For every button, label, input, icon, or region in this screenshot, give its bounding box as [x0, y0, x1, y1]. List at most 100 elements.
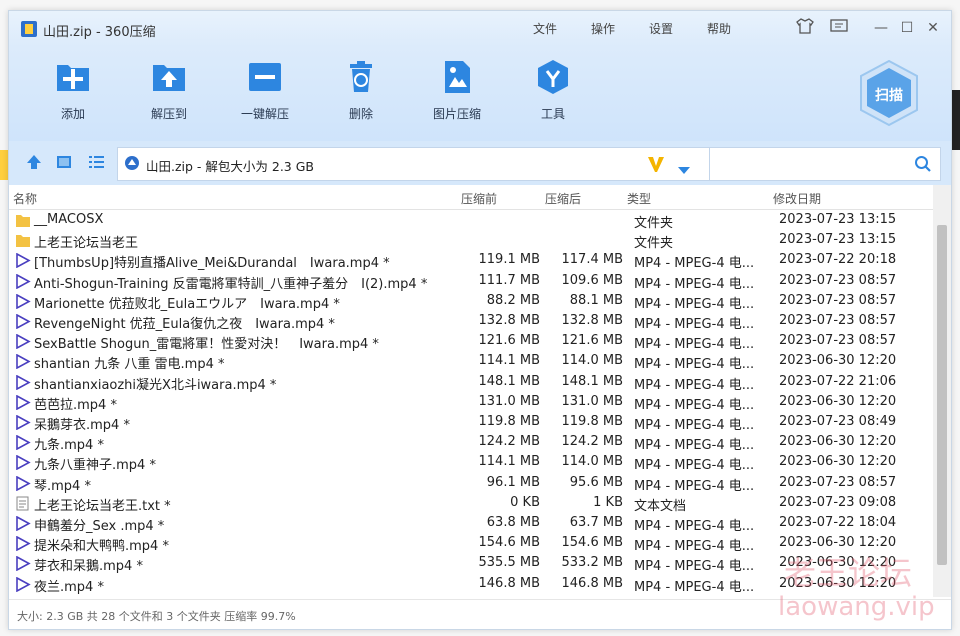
menu-file[interactable]: 文件	[533, 20, 557, 37]
file-name: shantianxiaozhi凝光X北斗iwara.mp4 *	[34, 377, 277, 393]
search-icon[interactable]	[914, 155, 932, 173]
file-date: 2023-07-23 08:57	[779, 272, 897, 288]
image-compress-button[interactable]: 图片压缩	[417, 57, 497, 137]
extract-to-icon	[149, 57, 189, 97]
column-type[interactable]: 类型	[627, 190, 651, 207]
close-button[interactable]: ✕	[923, 18, 943, 38]
file-name: __MACOSX	[34, 212, 104, 227]
background-image-left	[0, 150, 8, 180]
file-type: MP4 - MPEG-4 电...	[634, 559, 755, 575]
file-packed-size: 88.1 MB	[569, 292, 623, 308]
file-row[interactable]: 九条.mp4 * 124.2 MB 124.2 MB MP4 - MPEG-4 电..…	[9, 432, 933, 453]
scan-button[interactable]: 扫描	[857, 59, 921, 127]
menu-action[interactable]: 操作	[591, 20, 615, 37]
file-size: 154.6 MB	[478, 535, 540, 551]
file-packed-size: 154.6 MB	[561, 535, 623, 551]
file-type: MP4 - MPEG-4 电...	[634, 276, 755, 292]
file-type: MP4 - MPEG-4 电...	[634, 579, 755, 595]
scan-label: 扫描	[875, 88, 903, 104]
minimize-button[interactable]: —	[871, 18, 891, 38]
scrollbar-thumb[interactable]	[937, 225, 947, 565]
file-date: 2023-07-23 13:15	[779, 212, 897, 227]
file-date: 2023-06-30 12:20	[779, 454, 897, 470]
file-packed-size: 95.6 MB	[569, 474, 623, 490]
column-name[interactable]: 名称	[13, 190, 37, 207]
up-arrow-icon[interactable]	[25, 153, 43, 171]
file-packed-size: 121.6 MB	[561, 333, 623, 349]
file-size: 63.8 MB	[486, 515, 540, 530]
column-compressed-after[interactable]: 压缩后	[545, 190, 581, 207]
file-date: 2023-07-22 18:04	[779, 515, 897, 530]
file-name: [ThumbsUp]特别直播Alive_Mei&Durandal Iwara.m…	[34, 256, 390, 272]
file-size: 96.1 MB	[486, 474, 540, 490]
file-row[interactable]: __MACOSX 文件夹 2023-07-23 13:15	[9, 210, 933, 231]
file-row[interactable]: 申鶴羞分_Sex .mp4 * 63.8 MB 63.7 MB MP4 - MPEG-…	[9, 513, 933, 534]
file-name: 上老王论坛当老王	[34, 236, 139, 252]
video-icon	[15, 293, 31, 310]
file-row[interactable]: Marionette 优菈败北_Eulaエウルア Iwara.mp4 * 88.2…	[9, 291, 933, 312]
one-click-extract-button[interactable]: 一键解压	[225, 57, 305, 137]
file-name: shantian 九条 八重 雷电.mp4 *	[34, 357, 225, 373]
file-size: 121.6 MB	[478, 333, 540, 349]
file-date: 2023-06-30 12:20	[779, 353, 897, 369]
maximize-button[interactable]: ☐	[897, 18, 917, 38]
file-packed-size: 109.6 MB	[561, 272, 623, 288]
search-input[interactable]	[714, 152, 908, 176]
file-date: 2023-07-23 08:57	[779, 474, 897, 490]
thumbnail-view-icon[interactable]	[55, 153, 73, 171]
file-row[interactable]: 上老王论坛当老王 文件夹 2023-07-23 13:15	[9, 230, 933, 252]
file-row[interactable]: 芭芭拉.mp4 * 131.0 MB 131.0 MB MP4 - MPEG-4 电.…	[9, 392, 933, 413]
column-modified[interactable]: 修改日期	[773, 190, 821, 207]
file-packed-size: 533.2 MB	[561, 555, 623, 571]
file-packed-size: 114.0 MB	[561, 353, 623, 369]
vertical-scrollbar[interactable]	[933, 185, 951, 597]
file-type: MP4 - MPEG-4 电...	[634, 296, 755, 312]
menu-settings[interactable]: 设置	[649, 20, 673, 37]
file-row[interactable]: 呆鵝芽衣.mp4 * 119.8 MB 119.8 MB MP4 - MPEG-4 电…	[9, 412, 933, 433]
file-name: 夜兰.mp4 *	[34, 579, 104, 595]
extract-to-button[interactable]: 解压到	[129, 57, 209, 137]
file-name: 提米朵和大鸭鸭.mp4 *	[34, 539, 169, 555]
file-type: 文本文档	[634, 498, 687, 514]
file-size: 88.2 MB	[486, 292, 540, 308]
file-row[interactable]: [ThumbsUp]特别直播Alive_Mei&Durandal Iwara.m…	[9, 250, 933, 272]
add-button[interactable]: 添加	[33, 57, 113, 137]
tools-button[interactable]: 工具	[513, 57, 593, 137]
file-size: 114.1 MB	[478, 353, 540, 369]
v-logo-icon[interactable]	[646, 154, 666, 174]
file-row[interactable]: Anti-Shogun-Training 反雷電將軍特訓_八重神子羞分 I(2)…	[9, 271, 933, 292]
delete-button[interactable]: 删除	[321, 57, 401, 137]
file-row[interactable]: shantianxiaozhi凝光X北斗iwara.mp4 * 148.1 MB 1…	[9, 372, 933, 393]
file-date: 2023-07-23 08:57	[779, 313, 897, 328]
video-icon	[15, 394, 31, 411]
file-type: MP4 - MPEG-4 电...	[634, 458, 755, 474]
list-view-icon[interactable]	[87, 153, 105, 171]
file-name: 九条八重神子.mp4 *	[34, 458, 156, 474]
video-icon	[15, 576, 31, 592]
file-name: 申鶴羞分_Sex .mp4 *	[34, 519, 165, 534]
archive-window: 山田.zip - 360压缩 文件 操作 设置 帮助 — ☐ ✕ 添加 解压到	[8, 10, 952, 630]
one-click-extract-label: 一键解压	[240, 107, 289, 121]
feedback-icon[interactable]	[829, 18, 849, 38]
file-row[interactable]: 琴.mp4 * 96.1 MB 95.6 MB MP4 - MPEG-4 电... 20…	[9, 473, 933, 494]
file-row[interactable]: SexBattle Shogun_雷電將軍！性愛对決！ Iwara.mp4 * 1…	[9, 331, 933, 352]
file-type: MP4 - MPEG-4 电...	[634, 397, 755, 413]
file-row[interactable]: shantian 九条 八重 雷电.mp4 * 114.1 MB 114.0 MB M…	[9, 351, 933, 373]
dropdown-arrow-icon[interactable]	[678, 160, 690, 174]
toolbar: 添加 解压到 一键解压 删除 图片压缩 工具 扫描	[9, 47, 951, 141]
video-icon	[15, 434, 31, 451]
menu-help[interactable]: 帮助	[707, 20, 731, 37]
file-row[interactable]: 上老王论坛当老王.txt * 0 KB 1 KB 文本文档 2023-07-23 09:…	[9, 493, 933, 514]
video-icon	[15, 273, 31, 289]
file-packed-size: 124.2 MB	[561, 434, 623, 450]
column-header: 名称 压缩前 压缩后 类型 修改日期	[9, 185, 933, 210]
address-bar[interactable]: 山田.zip - 解包大小为 2.3 GB	[117, 147, 711, 181]
file-row[interactable]: 九条八重神子.mp4 * 114.1 MB 114.0 MB MP4 - MPEG-4…	[9, 452, 933, 474]
window-title: 山田.zip - 360压缩	[43, 25, 156, 40]
skin-icon[interactable]	[795, 18, 815, 38]
file-packed-size: 119.8 MB	[561, 414, 623, 429]
file-packed-size: 148.1 MB	[561, 373, 623, 389]
file-row[interactable]: RevengeNight 优菈_Eula復仇之夜 Iwara.mp4 * 132.…	[9, 311, 933, 332]
search-box[interactable]	[709, 147, 941, 181]
column-compressed-before[interactable]: 压缩前	[461, 190, 497, 207]
